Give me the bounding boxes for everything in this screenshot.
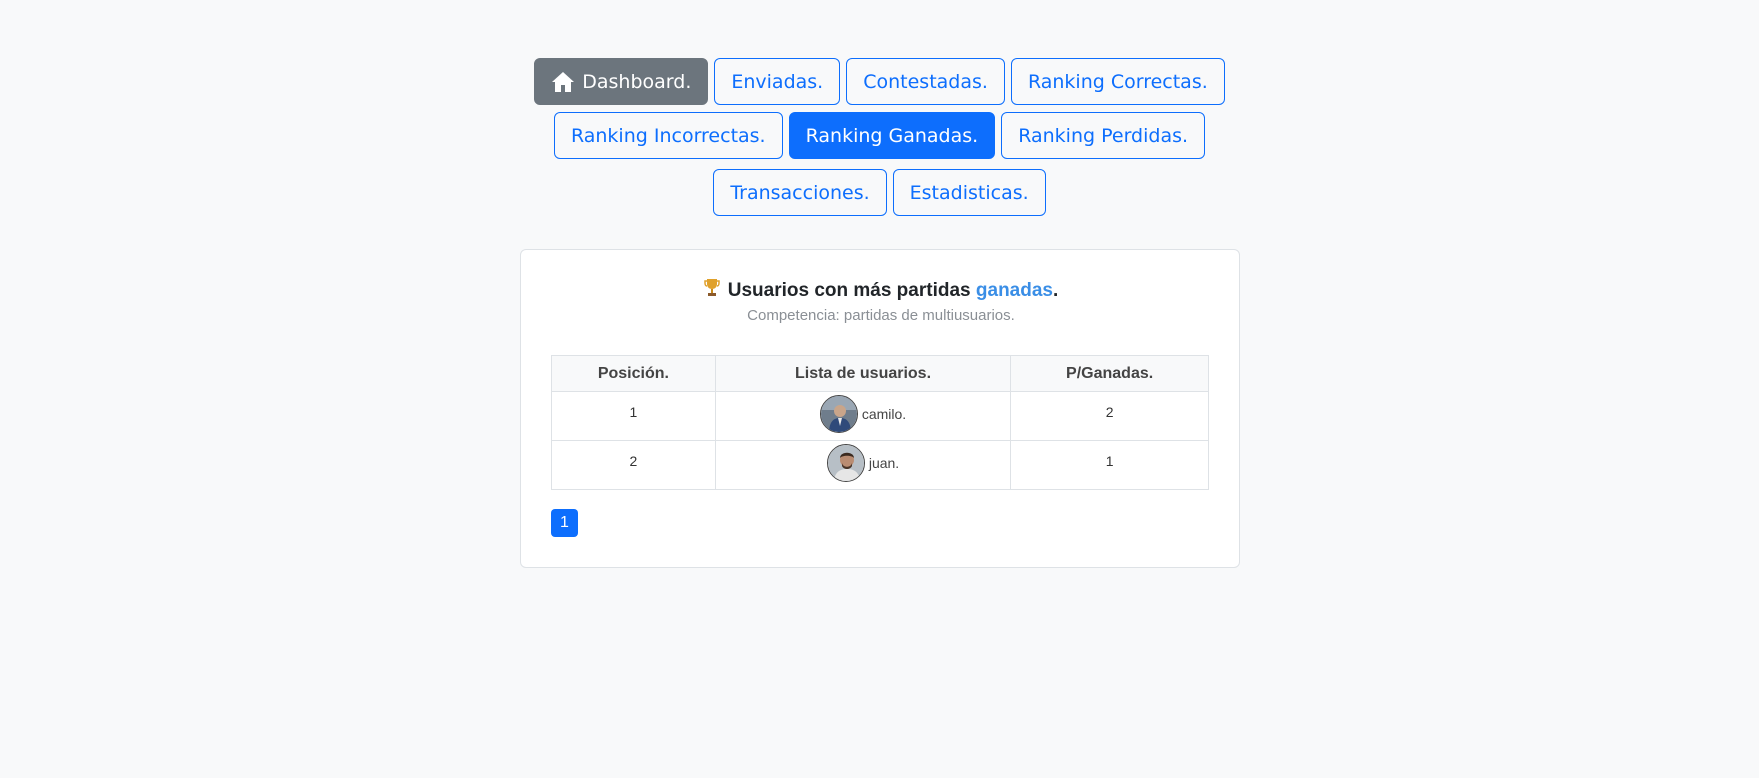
ranking-card: Usuarios con más partidas ganadas. Compe… xyxy=(520,249,1240,568)
estadisticas-button[interactable]: Estadisticas. xyxy=(892,169,1046,216)
row-position: 2 xyxy=(551,440,716,490)
ranking-correctas-button[interactable]: Ranking Correctas. xyxy=(1010,58,1225,105)
nav-row-1: Dashboard. Enviadas. Contestadas. Rankin… xyxy=(531,58,1228,110)
user-name: camilo. xyxy=(861,406,907,422)
transacciones-button[interactable]: Transacciones. xyxy=(713,169,887,216)
card-subtitle: Competencia: partidas de multiusuarios. xyxy=(747,307,1015,324)
header-position: Posición. xyxy=(551,355,716,392)
title-prefix: Usuarios con más partidas xyxy=(727,280,976,301)
enviadas-button[interactable]: Enviadas. xyxy=(714,58,841,105)
user-name: juan. xyxy=(868,455,900,471)
row-position: 1 xyxy=(551,391,716,441)
ranking-table: Posición. Lista de usuarios. P/Ganadas. … xyxy=(551,355,1209,490)
ranking-ganadas-button[interactable]: Ranking Ganadas. xyxy=(788,112,996,159)
nav-row-2: Ranking Incorrectas. Ranking Ganadas. Ra… xyxy=(551,110,1208,167)
home-icon xyxy=(551,71,575,93)
row-user: juan. xyxy=(714,440,1012,490)
row-wins: 1 xyxy=(1010,440,1209,490)
title-accent: ganadas xyxy=(975,280,1053,301)
avatar xyxy=(826,444,865,482)
title-suffix: . xyxy=(1052,280,1059,301)
dashboard-button[interactable]: Dashboard. xyxy=(534,58,709,105)
card-title: Usuarios con más partidas ganadas. xyxy=(521,278,1241,304)
contestadas-button[interactable]: Contestadas. xyxy=(846,58,1005,105)
row-user: camilo. xyxy=(714,391,1012,441)
pagination-page-1[interactable]: 1 xyxy=(551,509,578,537)
table-row: 1 camilo. 2 xyxy=(551,391,1209,441)
nav-row-3: Transacciones. Estadisticas. xyxy=(710,167,1048,216)
trophy-icon xyxy=(703,278,720,304)
ranking-perdidas-button[interactable]: Ranking Perdidas. xyxy=(1001,112,1206,159)
nav-menu: Dashboard. Enviadas. Contestadas. Rankin… xyxy=(0,58,1759,216)
header-users: Lista de usuarios. xyxy=(714,355,1012,392)
table-header-row: Posición. Lista de usuarios. P/Ganadas. xyxy=(551,355,1209,392)
ranking-incorrectas-button[interactable]: Ranking Incorrectas. xyxy=(553,112,783,159)
table-row: 2 juan. 1 xyxy=(551,440,1209,490)
header-wins: P/Ganadas. xyxy=(1010,355,1209,392)
dashboard-label: Dashboard. xyxy=(582,70,692,93)
row-wins: 2 xyxy=(1010,391,1209,441)
avatar xyxy=(819,395,858,433)
